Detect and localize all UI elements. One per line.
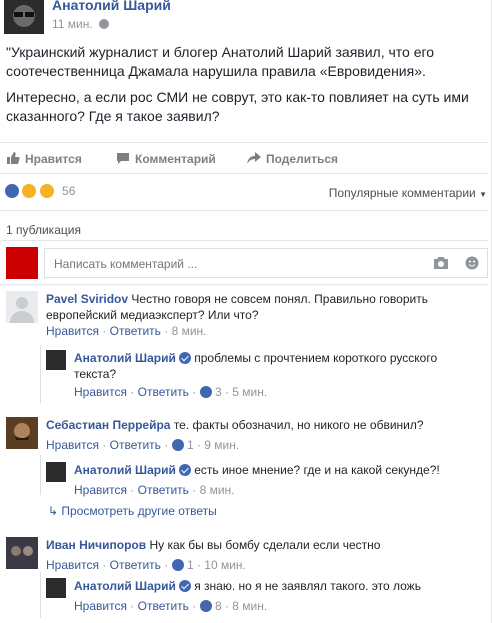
comment-meta: Нравится · Ответить · 1 · 9 мин. [46, 438, 240, 452]
comment-meta: Нравится · Ответить · 8 мин. [46, 324, 207, 338]
reply-thread-line [40, 572, 41, 618]
view-more-replies-link[interactable]: ↳ Просмотреть другие ответы [48, 504, 217, 518]
chevron-down-icon: ▼ [479, 190, 487, 199]
comment-time[interactable]: 10 мин. [204, 558, 246, 572]
reply-like-link[interactable]: Нравится [74, 483, 127, 497]
verified-badge-icon [178, 464, 191, 476]
comment-like-link[interactable]: Нравится [46, 438, 99, 452]
reply-avatar[interactable] [46, 578, 66, 598]
like-label: Нравится [25, 152, 82, 166]
commenter-name[interactable]: Иван Ничипоров [46, 538, 146, 552]
reply-time[interactable]: 8 мин. [232, 599, 267, 613]
reply-meta: Нравится · Ответить · 8 · 8 мин. [74, 599, 268, 613]
reply-arrow-icon: ↳ [48, 504, 59, 518]
comment-reply-link[interactable]: Ответить [110, 558, 161, 572]
camera-icon[interactable] [433, 256, 449, 270]
divider [0, 210, 488, 211]
post-action-bar: Нравится Комментарий Поделиться [0, 142, 488, 174]
reply-time[interactable]: 8 мин. [200, 483, 235, 497]
like-button[interactable]: Нравится [6, 151, 82, 166]
divider [0, 284, 488, 285]
reply-reply-link[interactable]: Ответить [138, 483, 189, 497]
current-user-avatar [6, 247, 38, 279]
commenter-avatar[interactable] [6, 417, 38, 449]
reply-body: Анатолий Шарий проблемы с прочтением кор… [74, 350, 464, 400]
like-count-icon [199, 386, 212, 398]
comment-time[interactable]: 8 мин. [172, 324, 207, 338]
commenter-name[interactable]: Себастиан Перрейра [46, 418, 170, 432]
commenter-name[interactable]: Pavel Sviridov [46, 292, 128, 306]
share-arrow-icon [247, 152, 261, 164]
facebook-post: Анатолий Шарий 11 мин. "Украинский журна… [0, 0, 492, 623]
comment-like-link[interactable]: Нравится [46, 558, 99, 572]
reactions-summary[interactable]: 56 [4, 183, 75, 199]
haha-reaction-icon [21, 183, 38, 199]
like-count-icon [171, 439, 184, 451]
reply-reply-link[interactable]: Ответить [138, 385, 189, 399]
more-replies-label: Просмотреть другие ответы [61, 504, 217, 518]
wow-reaction-icon [38, 183, 55, 199]
like-count-icon [199, 600, 212, 612]
reply-like-link[interactable]: Нравится [74, 385, 127, 399]
share-label: Поделиться [266, 152, 339, 166]
comment-body: Иван Ничипоров Ну как бы вы бомбу сделал… [46, 537, 466, 573]
post-time[interactable]: 11 мин. [52, 17, 110, 31]
comment-text: Ну как бы вы бомбу сделали если честно [149, 538, 381, 552]
reaction-count: 56 [62, 184, 76, 198]
reply-time[interactable]: 5 мин. [232, 385, 267, 399]
privacy-globe-icon [99, 19, 110, 29]
comment-like-count[interactable]: 1 [187, 438, 194, 452]
comment-text: те. факты обозначил, но никого не обвини… [173, 418, 424, 432]
reply-like-count[interactable]: 8 [215, 599, 222, 613]
comment-label: Комментарий [135, 152, 216, 166]
comment-time[interactable]: 9 мин. [204, 438, 239, 452]
comment-body: Pavel Sviridov Честно говоря не совсем п… [46, 291, 466, 339]
reply-avatar[interactable] [46, 350, 66, 370]
reply-meta: Нравится · Ответить · 8 мин. [74, 483, 235, 497]
reply-author-name[interactable]: Анатолий Шарий [74, 351, 176, 365]
comment-like-link[interactable]: Нравится [46, 324, 99, 338]
verified-badge-icon [178, 580, 191, 592]
publications-count[interactable]: 1 публикация [6, 223, 81, 237]
reply-author-name[interactable]: Анатолий Шарий [74, 579, 176, 593]
smiley-icon[interactable] [465, 256, 479, 270]
reply-body: Анатолий Шарий есть иное мнение? где и н… [74, 462, 464, 498]
post-author-name[interactable]: Анатолий Шарий [52, 0, 171, 13]
thumbs-up-icon [7, 152, 20, 164]
divider [0, 240, 488, 241]
comment-like-count[interactable]: 1 [187, 558, 194, 572]
reply-thread-line [40, 345, 41, 403]
reply-text: я знаю. но я не заявлял такого. это ложь [194, 579, 421, 593]
verified-badge-icon [178, 352, 191, 364]
comment-icon [117, 153, 129, 164]
reply-avatar[interactable] [46, 462, 66, 482]
comment-input-box[interactable] [44, 248, 488, 278]
reply-like-count[interactable]: 3 [215, 385, 222, 399]
commenter-avatar[interactable] [6, 291, 38, 323]
reply-text: есть иное мнение? где и на какой секунде… [194, 463, 440, 477]
comment-reply-link[interactable]: Ответить [110, 438, 161, 452]
reply-thread-line [40, 455, 41, 495]
author-avatar[interactable] [4, 0, 44, 34]
post-text: "Украинский журналист и блогер Анатолий … [6, 43, 486, 133]
reply-body: Анатолий Шарий я знаю. но я не заявлял т… [74, 578, 464, 614]
comment-sort-dropdown[interactable]: Популярные комментарии ▼ [329, 186, 487, 200]
reply-like-link[interactable]: Нравится [74, 599, 127, 613]
comment-reply-link[interactable]: Ответить [110, 324, 161, 338]
comment-button[interactable]: Комментарий [116, 151, 216, 166]
comment-body: Себастиан Перрейра те. факты обозначил, … [46, 417, 466, 453]
like-count-icon [171, 559, 184, 571]
comment-input[interactable] [52, 256, 416, 272]
share-button[interactable]: Поделиться [247, 151, 338, 166]
post-paragraph-1: "Украинский журналист и блогер Анатолий … [6, 44, 435, 79]
sort-label: Популярные комментарии [328, 186, 476, 200]
like-reaction-icon [4, 183, 20, 199]
reply-author-name[interactable]: Анатолий Шарий [74, 463, 176, 477]
commenter-avatar[interactable] [6, 537, 38, 569]
post-paragraph-2: Интересно, а если рос СМИ не соврут, это… [6, 89, 469, 124]
reply-reply-link[interactable]: Ответить [138, 599, 189, 613]
comment-meta: Нравится · Ответить · 1 · 10 мин. [46, 558, 246, 572]
reply-meta: Нравится · Ответить · 3 · 5 мин. [74, 385, 268, 399]
post-time-text[interactable]: 11 мин. [52, 17, 93, 31]
